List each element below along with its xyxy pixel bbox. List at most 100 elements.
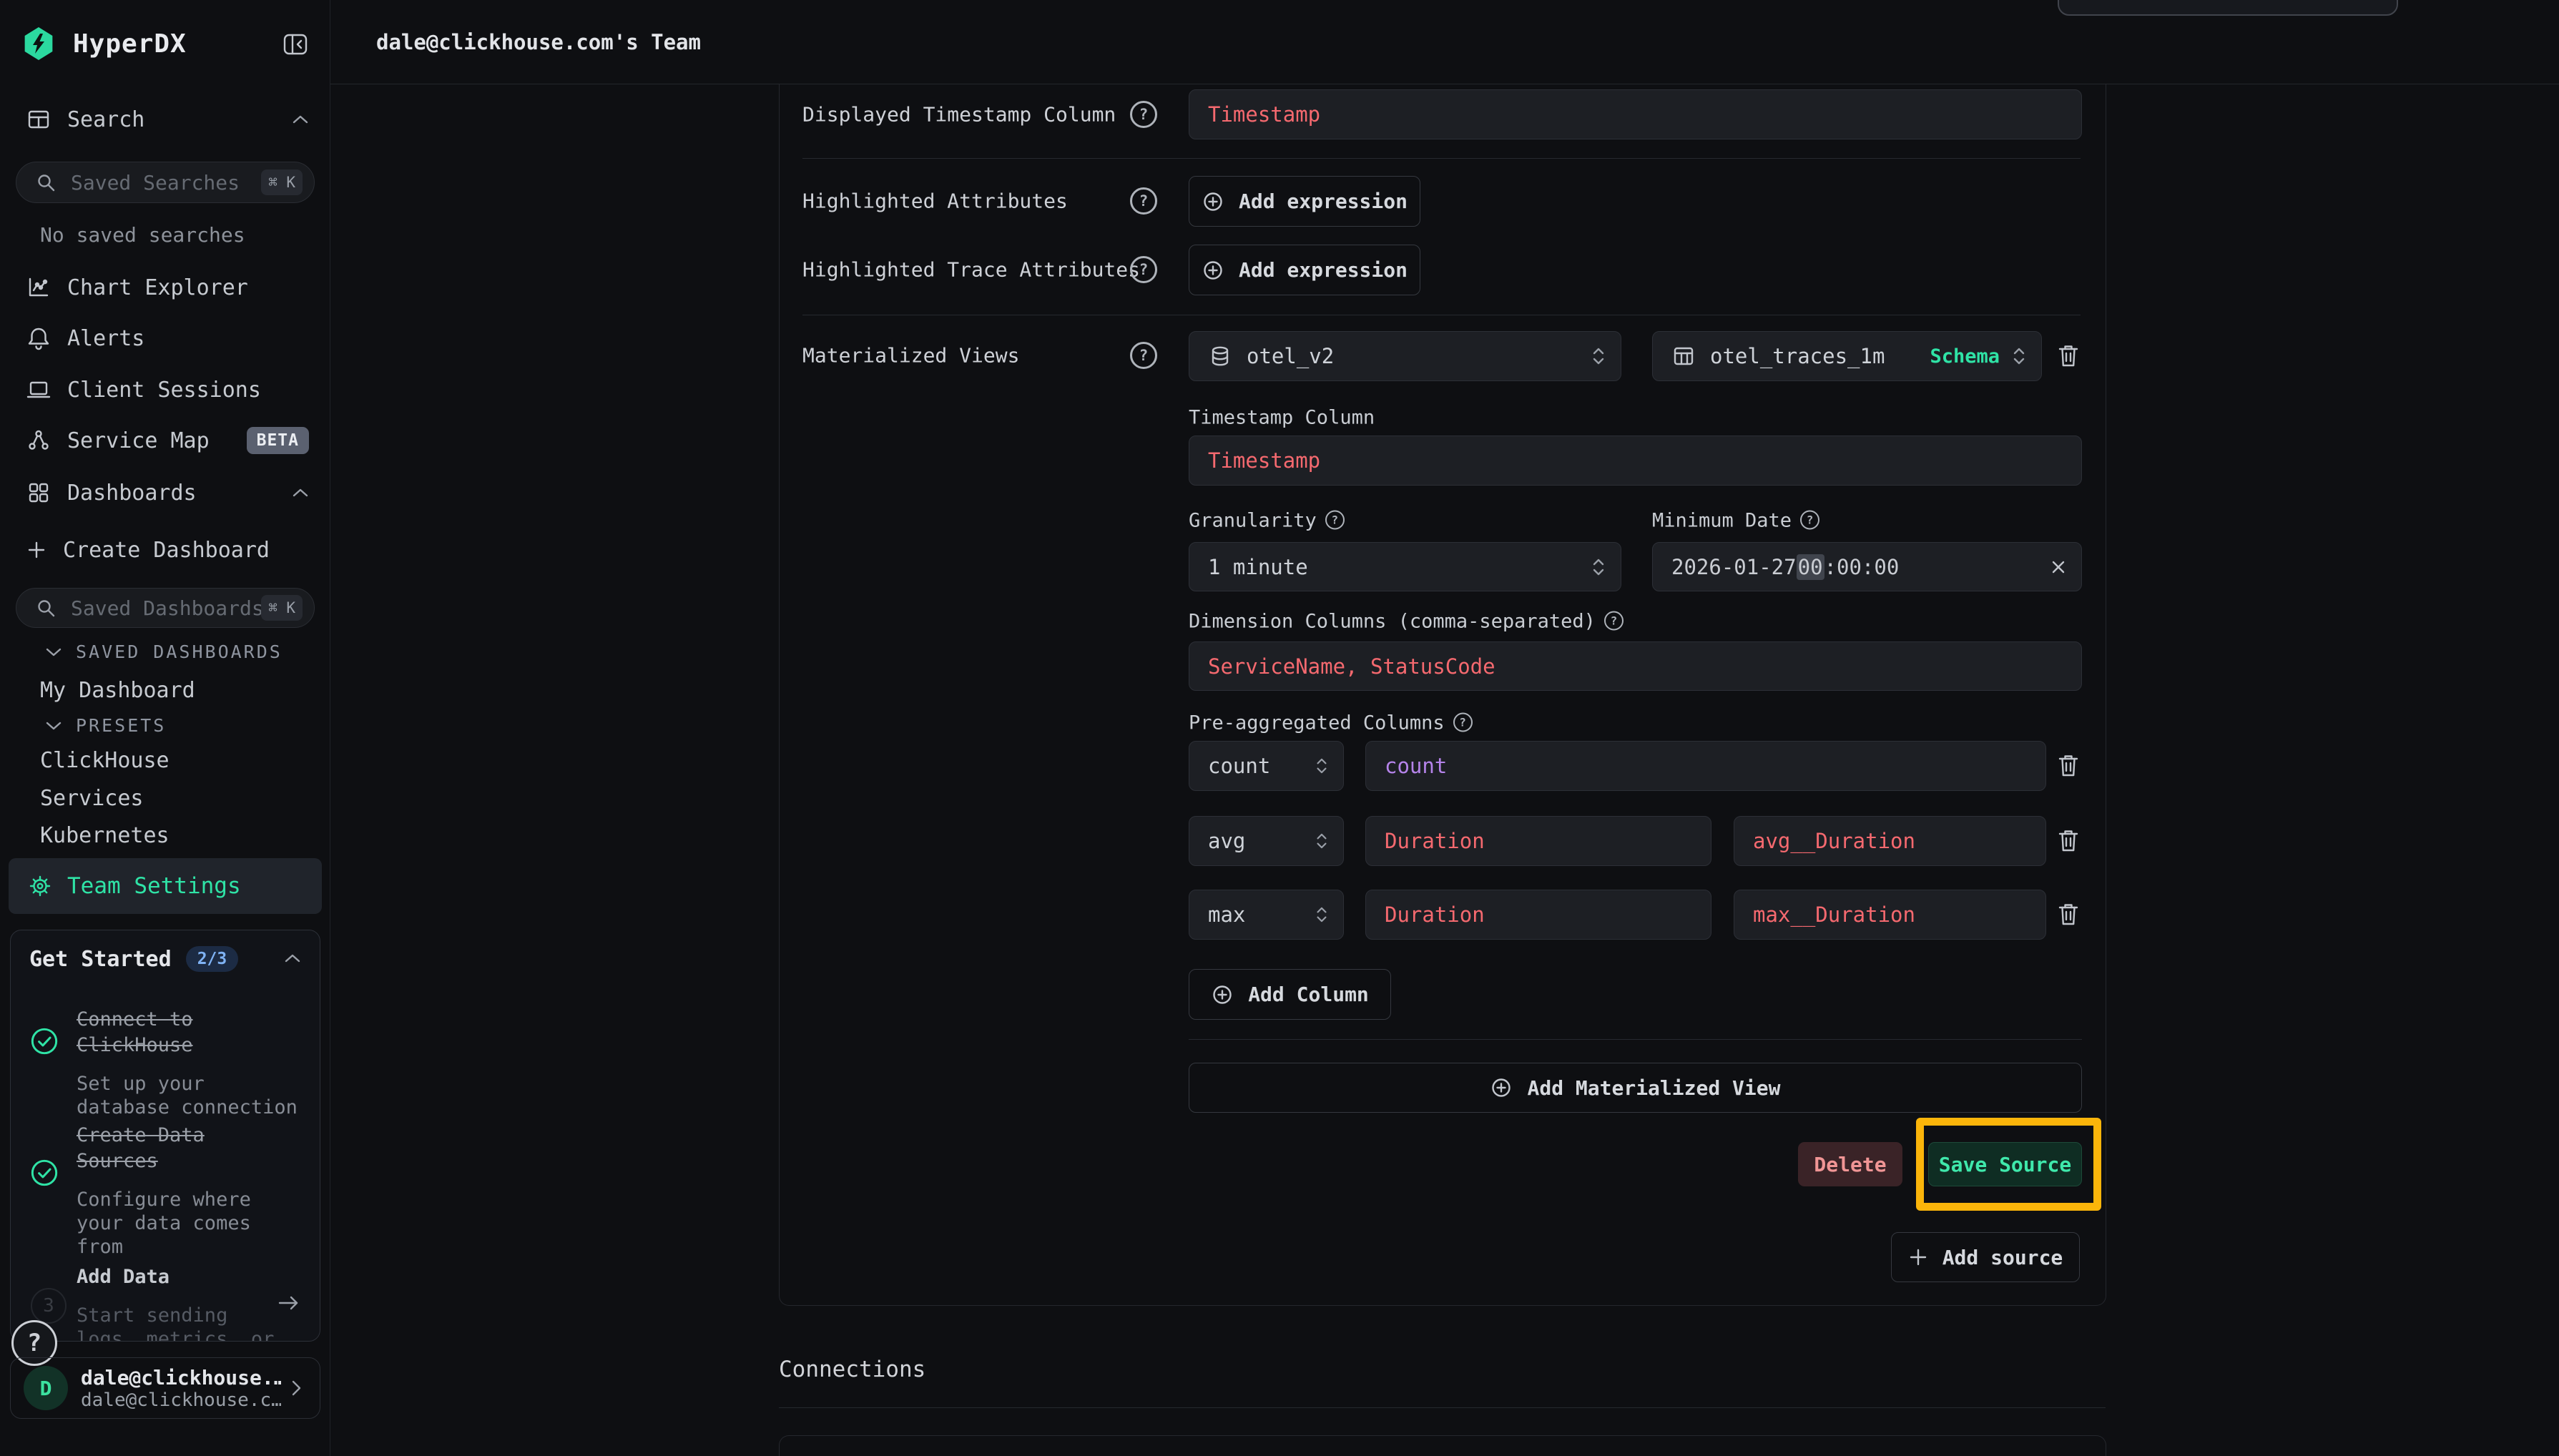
connections-heading: Connections — [779, 1357, 925, 1382]
chevron-down-icon — [44, 646, 63, 658]
save-source-button[interactable]: Save Source — [1928, 1142, 2082, 1186]
sidebar-item-label: Alerts — [67, 326, 144, 351]
saved-dashboards-input[interactable]: Saved Dashboards ⌘ K — [16, 588, 315, 628]
chevron-up-icon — [290, 113, 310, 126]
collapse-sidebar-icon[interactable] — [282, 31, 309, 57]
beta-badge: BETA — [247, 427, 309, 454]
sidebar-item-services[interactable]: Services — [40, 786, 144, 811]
saved-dashboards-section-header[interactable]: SAVED DASHBOARDS — [44, 641, 283, 662]
agg-expression-input[interactable]: Duration — [1365, 816, 1711, 866]
task-title: Add Data — [77, 1264, 303, 1290]
delete-column-trash-icon[interactable] — [2053, 749, 2084, 783]
schema-link[interactable]: Schema — [1930, 345, 2000, 368]
delete-button[interactable]: Delete — [1798, 1142, 1902, 1186]
add-source-button[interactable]: Add source — [1891, 1232, 2080, 1282]
add-expression-button[interactable]: Add expression — [1189, 176, 1420, 227]
agg-fn-select[interactable]: max — [1189, 890, 1344, 940]
displayed-timestamp-label: Displayed Timestamp Column — [802, 103, 1116, 127]
agg-alias-input[interactable]: avg__Duration — [1734, 816, 2046, 866]
add-column-button[interactable]: Add Column — [1189, 969, 1391, 1020]
source-settings-card: Displayed Timestamp Column ? Timestamp H… — [779, 84, 2106, 1306]
plus-icon — [26, 539, 47, 561]
progress-badge: 2/3 — [186, 946, 239, 972]
delete-column-trash-icon[interactable] — [2053, 897, 2084, 932]
dimension-columns-label: Dimension Columns (comma-separated)? — [1189, 611, 1624, 633]
agg-expression-input[interactable]: Duration — [1365, 890, 1711, 940]
updown-chevrons-icon — [1315, 757, 1329, 774]
granularity-label: Granularity? — [1189, 510, 1345, 532]
check-circle-icon — [29, 1158, 59, 1188]
presets-section-header[interactable]: PRESETS — [44, 715, 166, 736]
help-circle-icon[interactable]: ? — [1130, 342, 1157, 369]
plus-circle-icon — [1202, 190, 1224, 213]
task-subtitle: Configure where your data comes from — [77, 1188, 303, 1259]
help-circle-icon[interactable]: ? — [1130, 256, 1157, 283]
add-materialized-view-button[interactable]: Add Materialized View — [1189, 1063, 2082, 1113]
sidebar-item-service-map[interactable]: Service Map BETA — [0, 420, 330, 461]
create-dashboard-button[interactable]: Create Dashboard — [0, 530, 330, 570]
agg-expression-input[interactable]: count — [1365, 741, 2046, 791]
sidebar-item-kubernetes[interactable]: Kubernetes — [40, 823, 170, 848]
agg-fn-select[interactable]: avg — [1189, 816, 1344, 866]
help-circle-icon[interactable]: ? — [1325, 511, 1345, 530]
sidebar-item-my-dashboard[interactable]: My Dashboard — [40, 678, 195, 703]
updown-chevrons-icon — [1591, 347, 1606, 365]
chevron-down-icon — [44, 720, 63, 732]
mv-table-select[interactable]: otel_traces_1m Schema — [1652, 331, 2042, 381]
chevron-up-icon — [290, 486, 310, 499]
sidebar-item-client-sessions[interactable]: Client Sessions — [0, 370, 330, 410]
dimension-columns-input[interactable]: ServiceName, StatusCode — [1189, 641, 2082, 691]
sidebar-item-clickhouse[interactable]: ClickHouse — [40, 748, 170, 773]
laptop-icon — [26, 377, 51, 403]
sidebar-item-team-settings[interactable]: Team Settings — [9, 858, 322, 914]
sidebar-item-chart-explorer[interactable]: Chart Explorer — [0, 267, 330, 308]
help-circle-icon[interactable]: ? — [1604, 611, 1624, 631]
clear-icon[interactable] — [2048, 557, 2068, 577]
agg-fn-select[interactable]: count — [1189, 741, 1344, 791]
add-expression-button[interactable]: Add expression — [1189, 245, 1420, 295]
search-icon — [35, 597, 57, 619]
no-saved-searches-text: No saved searches — [40, 223, 245, 247]
bell-icon — [26, 325, 51, 351]
sidebar-item-label: Service Map — [67, 428, 210, 453]
help-circle-icon[interactable]: ? — [1453, 713, 1473, 732]
database-icon — [1208, 344, 1232, 368]
mv-timestamp-column-input[interactable]: Timestamp — [1189, 436, 2082, 486]
displayed-timestamp-input[interactable]: Timestamp — [1189, 89, 2082, 139]
delete-column-trash-icon[interactable] — [2053, 824, 2084, 858]
help-circle-icon[interactable]: ? — [1800, 511, 1819, 530]
agg-alias-input[interactable]: max__Duration — [1734, 890, 2046, 940]
connections-card — [779, 1435, 2106, 1456]
search-icon — [35, 172, 57, 193]
plus-icon — [1908, 1247, 1928, 1267]
materialized-views-label: Materialized Views — [802, 344, 1019, 368]
line-chart-icon — [26, 275, 51, 300]
gear-icon — [27, 873, 53, 899]
team-settings-label: Team Settings — [67, 873, 241, 899]
delete-view-trash-icon[interactable] — [2053, 339, 2084, 373]
help-circle-icon[interactable]: ? — [1130, 187, 1157, 215]
highlighted-trace-attributes-label: Highlighted Trace Attributes — [802, 258, 1140, 282]
grid-icon — [26, 480, 51, 506]
sidebar-item-search[interactable]: Search — [0, 99, 330, 139]
avatar: D — [24, 1366, 68, 1410]
updown-chevrons-icon — [2011, 347, 2027, 365]
task-subtitle: Start sending logs, metrics, or traces — [77, 1304, 303, 1342]
granularity-select[interactable]: 1 minute — [1189, 542, 1621, 591]
brand-row: HyperDX — [0, 23, 330, 64]
sidebar-item-label: Dashboards — [67, 481, 197, 506]
help-circle-icon[interactable]: ? — [1130, 101, 1157, 128]
sidebar-item-dashboards[interactable]: Dashboards — [0, 473, 330, 513]
mv-database-select[interactable]: otel_v2 — [1189, 331, 1621, 381]
chevron-up-icon[interactable] — [283, 952, 303, 965]
sidebar-item-alerts[interactable]: Alerts — [0, 318, 330, 358]
user-menu[interactable]: D dale@clickhouse.… dale@clickhouse.c… — [10, 1357, 320, 1419]
plus-circle-icon — [1490, 1076, 1513, 1099]
divider — [779, 1407, 2106, 1408]
minimum-date-input[interactable]: 2026-01-27 00:00:00 — [1652, 542, 2082, 591]
date-segment-highlight: 00 — [1797, 554, 1824, 580]
mv-timestamp-column-label: Timestamp Column — [1189, 407, 1375, 429]
saved-searches-input[interactable]: Saved Searches ⌘ K — [16, 162, 315, 203]
check-circle-icon — [29, 1026, 59, 1056]
table-grid-icon — [1671, 344, 1696, 368]
